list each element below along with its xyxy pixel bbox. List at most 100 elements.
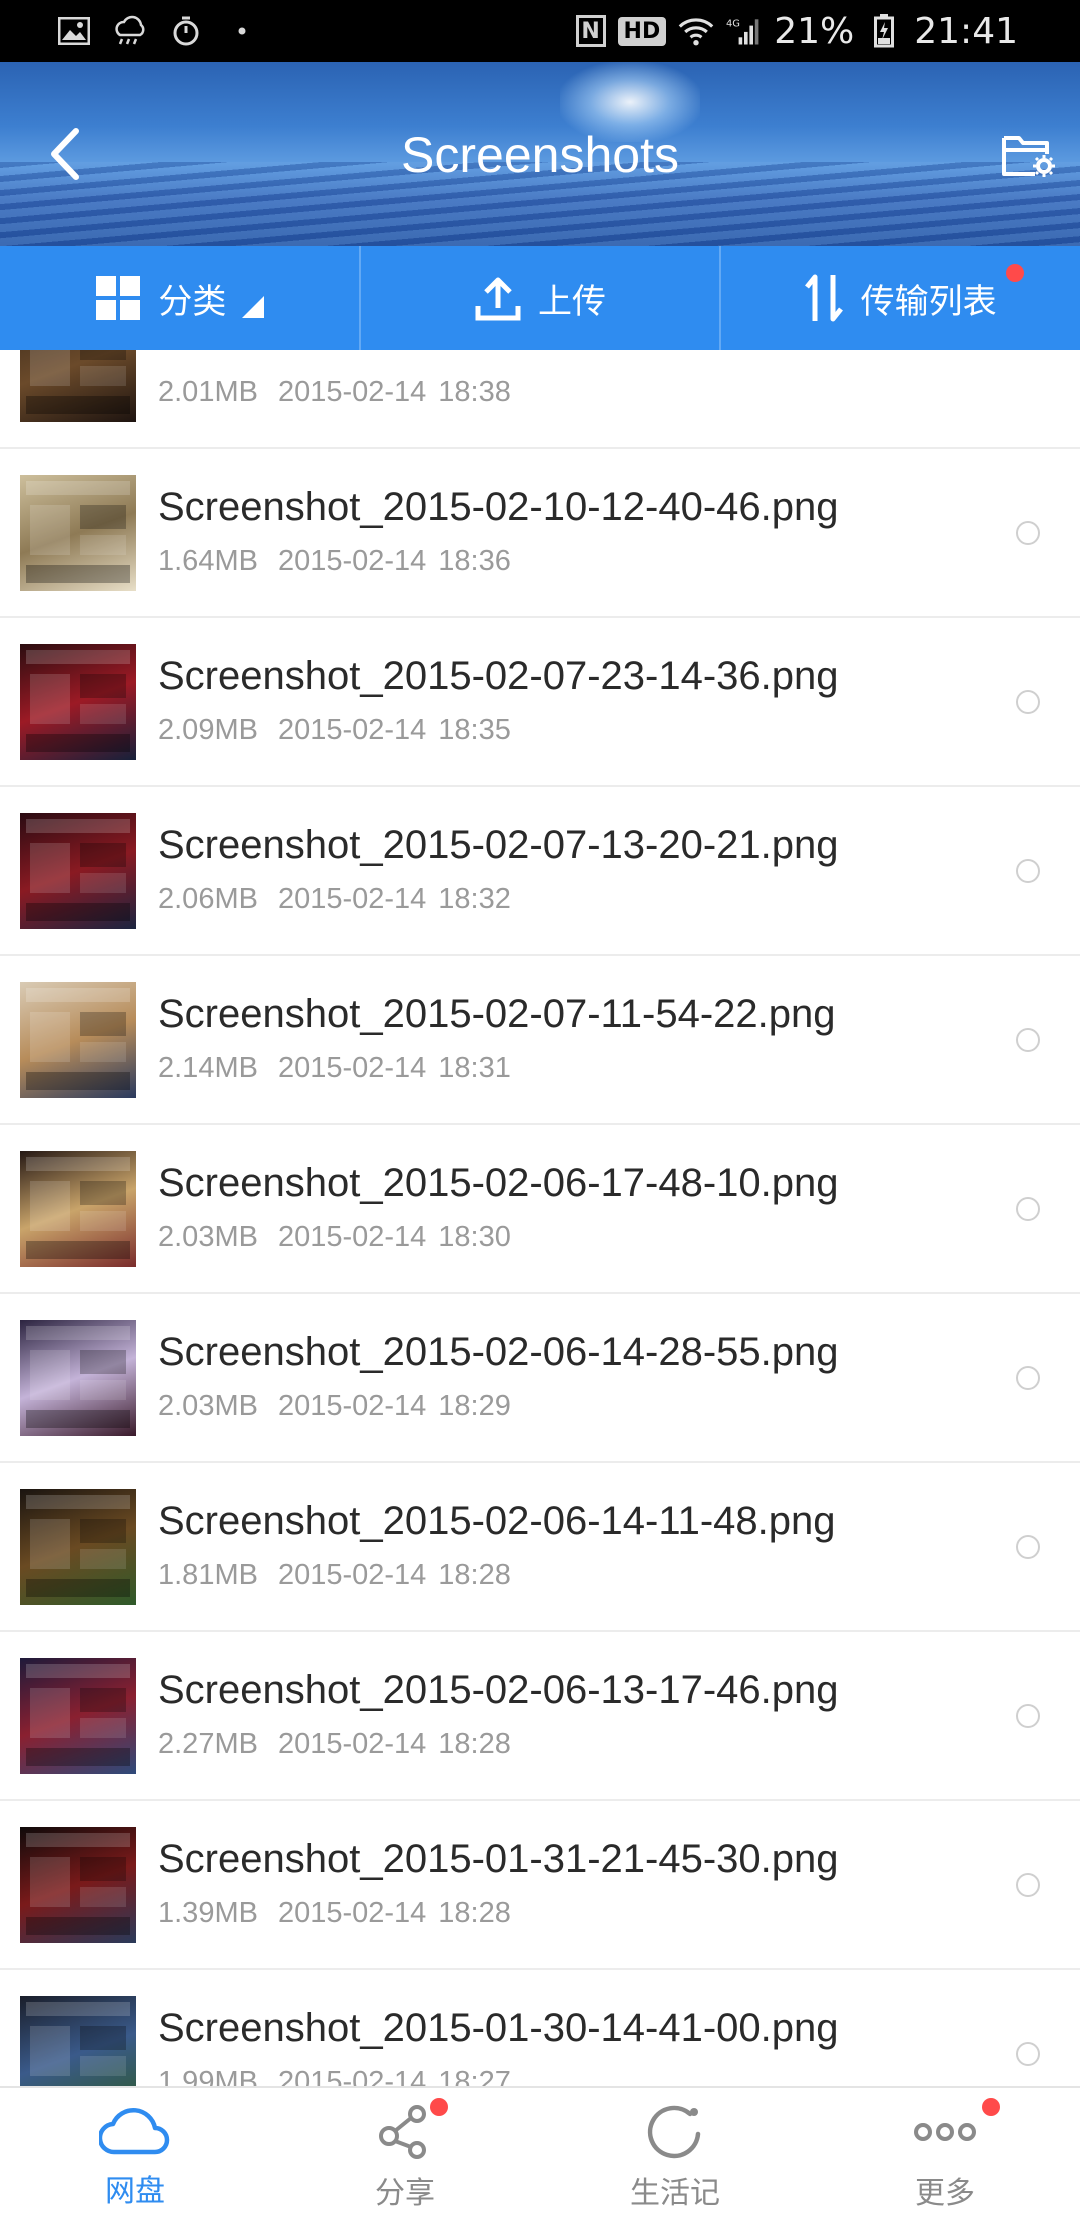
file-time: 18:28 xyxy=(438,1728,511,1760)
transfer-list-button[interactable]: 传输列表 xyxy=(719,246,1080,350)
file-row[interactable]: Screenshot_2015-02-06-17-48-10.png 2.03MB… xyxy=(0,1125,1080,1294)
select-radio[interactable] xyxy=(1016,859,1040,883)
file-date: 2015-02-14 xyxy=(277,376,427,408)
upload-button[interactable]: 上传 xyxy=(358,246,720,350)
transfer-arrows-icon xyxy=(804,274,843,322)
file-name: Screenshot_2015-02-10-12-40-46.png xyxy=(158,485,839,529)
file-date: 2015-02-14 xyxy=(277,2066,427,2086)
file-meta: 2.14MB 2015-02-14 18:31 xyxy=(158,1052,511,1085)
nav-item-share[interactable]: 分享 xyxy=(270,2088,540,2220)
file-name: Screenshot_2015-02-06-17-48-10.png xyxy=(158,1161,839,1205)
upload-icon xyxy=(475,277,521,321)
file-size: 2.03MB xyxy=(158,1221,258,1253)
file-time: 18:29 xyxy=(438,1390,511,1422)
file-date: 2015-02-14 xyxy=(277,545,427,577)
share-notification-badge xyxy=(430,2098,448,2116)
life-log-icon xyxy=(647,2105,701,2159)
nav-item-more[interactable]: 更多 xyxy=(810,2088,1080,2220)
file-row[interactable]: 2.01MB 2015-02-14 18:38 xyxy=(0,350,1080,449)
file-meta: 1.64MB 2015-02-14 18:36 xyxy=(158,545,511,578)
file-row[interactable]: Screenshot_2015-02-07-23-14-36.png 2.09MB… xyxy=(0,618,1080,787)
folder-settings-icon xyxy=(1002,136,1055,177)
file-size: 2.27MB xyxy=(158,1728,258,1760)
action-toolbar: 分类 上传 传输列表 xyxy=(0,246,1080,350)
select-radio[interactable] xyxy=(1016,521,1040,545)
file-name: Screenshot_2015-02-07-11-54-22.png xyxy=(158,992,836,1036)
clock: 21:41 xyxy=(914,10,1018,52)
select-radio[interactable] xyxy=(1016,1873,1040,1897)
cell-signal-icon: 4G xyxy=(726,13,762,49)
file-date: 2015-02-14 xyxy=(277,1052,427,1084)
file-row[interactable]: Screenshot_2015-02-07-13-20-21.png 2.06MB… xyxy=(0,787,1080,956)
select-radio[interactable] xyxy=(1016,2042,1040,2066)
transfer-list-label: 传输列表 xyxy=(860,281,997,322)
file-row[interactable]: Screenshot_2015-01-30-14-41-00.png 1.99MB… xyxy=(0,1970,1080,2086)
file-thumbnail xyxy=(20,1827,136,1943)
wifi-icon xyxy=(678,13,714,49)
nav-label-share: 分享 xyxy=(375,2176,435,2211)
file-date: 2015-02-14 xyxy=(277,1728,427,1760)
nfc-icon: N xyxy=(575,15,606,47)
file-thumbnail xyxy=(20,475,136,591)
file-thumbnail xyxy=(20,1658,136,1774)
file-size: 2.09MB xyxy=(158,714,258,746)
file-thumbnail xyxy=(20,1320,136,1436)
file-row[interactable]: Screenshot_2015-01-31-21-45-30.png 1.39MB… xyxy=(0,1801,1080,1970)
file-size: 1.39MB xyxy=(158,1897,258,1929)
file-meta: 1.39MB 2015-02-14 18:28 xyxy=(158,1897,511,1930)
more-notification-badge xyxy=(982,2098,1000,2116)
file-row[interactable]: Screenshot_2015-02-10-12-40-46.png 1.64MB… xyxy=(0,449,1080,618)
nav-item-cloud-drive[interactable]: 网盘 xyxy=(0,2088,270,2220)
file-time: 18:36 xyxy=(438,545,511,577)
file-time: 18:28 xyxy=(438,1559,511,1591)
folder-settings-button[interactable] xyxy=(998,126,1058,182)
file-time: 18:28 xyxy=(438,1897,511,1929)
file-row[interactable]: Screenshot_2015-02-06-13-17-46.png 2.27MB… xyxy=(0,1632,1080,1801)
select-radio[interactable] xyxy=(1016,1028,1040,1052)
file-name: Screenshot_2015-02-07-23-14-36.png xyxy=(158,654,839,698)
select-radio[interactable] xyxy=(1016,1366,1040,1390)
file-date: 2015-02-14 xyxy=(277,1559,427,1591)
status-left-icons xyxy=(56,0,260,62)
select-radio[interactable] xyxy=(1016,1704,1040,1728)
file-name: Screenshot_2015-01-30-14-41-00.png xyxy=(158,2006,839,2050)
share-icon xyxy=(379,2105,426,2159)
select-radio[interactable] xyxy=(1016,690,1040,714)
select-radio[interactable] xyxy=(1016,1197,1040,1221)
file-meta: 2.27MB 2015-02-14 18:28 xyxy=(158,1728,511,1761)
file-time: 18:30 xyxy=(438,1221,511,1253)
file-time: 18:38 xyxy=(438,376,511,408)
file-row[interactable]: Screenshot_2015-02-06-14-11-48.png 1.81MB… xyxy=(0,1463,1080,1632)
status-right-icons: N HD 4G 21% 21:41 xyxy=(575,0,1018,62)
file-meta: 2.01MB 2015-02-14 18:38 xyxy=(158,376,511,409)
header: Screenshots xyxy=(0,62,1080,246)
file-time: 18:35 xyxy=(438,714,511,746)
classify-button[interactable]: 分类 xyxy=(0,246,359,350)
file-name: Screenshot_2015-02-06-13-17-46.png xyxy=(158,1668,839,1712)
battery-percent: 21% xyxy=(774,10,855,52)
file-thumbnail xyxy=(20,1489,136,1605)
select-radio[interactable] xyxy=(1016,1535,1040,1559)
file-size: 1.81MB xyxy=(158,1559,258,1591)
file-time: 18:27 xyxy=(438,2066,511,2086)
file-meta: 1.99MB 2015-02-14 18:27 xyxy=(158,2066,511,2086)
nav-item-life-log[interactable]: 生活记 xyxy=(540,2088,810,2220)
gallery-notification-icon xyxy=(56,13,92,49)
file-time: 18:32 xyxy=(438,883,511,915)
file-size: 2.01MB xyxy=(158,376,258,408)
file-thumbnail xyxy=(20,644,136,760)
classify-label: 分类 xyxy=(158,281,227,322)
file-meta: 1.81MB 2015-02-14 18:28 xyxy=(158,1559,511,1592)
file-meta: 2.03MB 2015-02-14 18:29 xyxy=(158,1390,511,1423)
nav-label-cloud-drive: 网盘 xyxy=(105,2174,165,2209)
transfer-notification-badge xyxy=(1006,264,1025,282)
file-size: 1.64MB xyxy=(158,545,258,577)
file-date: 2015-02-14 xyxy=(277,1221,427,1253)
file-row[interactable]: Screenshot_2015-02-06-14-28-55.png 2.03MB… xyxy=(0,1294,1080,1463)
file-row[interactable]: Screenshot_2015-02-07-11-54-22.png 2.14MB… xyxy=(0,956,1080,1125)
file-name: Screenshot_2015-02-06-14-11-48.png xyxy=(158,1499,836,1543)
file-name: Screenshot_2015-02-07-13-20-21.png xyxy=(158,823,839,867)
more-icon xyxy=(914,2123,976,2141)
file-meta: 2.03MB 2015-02-14 18:30 xyxy=(158,1221,511,1254)
file-size: 2.14MB xyxy=(158,1052,258,1084)
